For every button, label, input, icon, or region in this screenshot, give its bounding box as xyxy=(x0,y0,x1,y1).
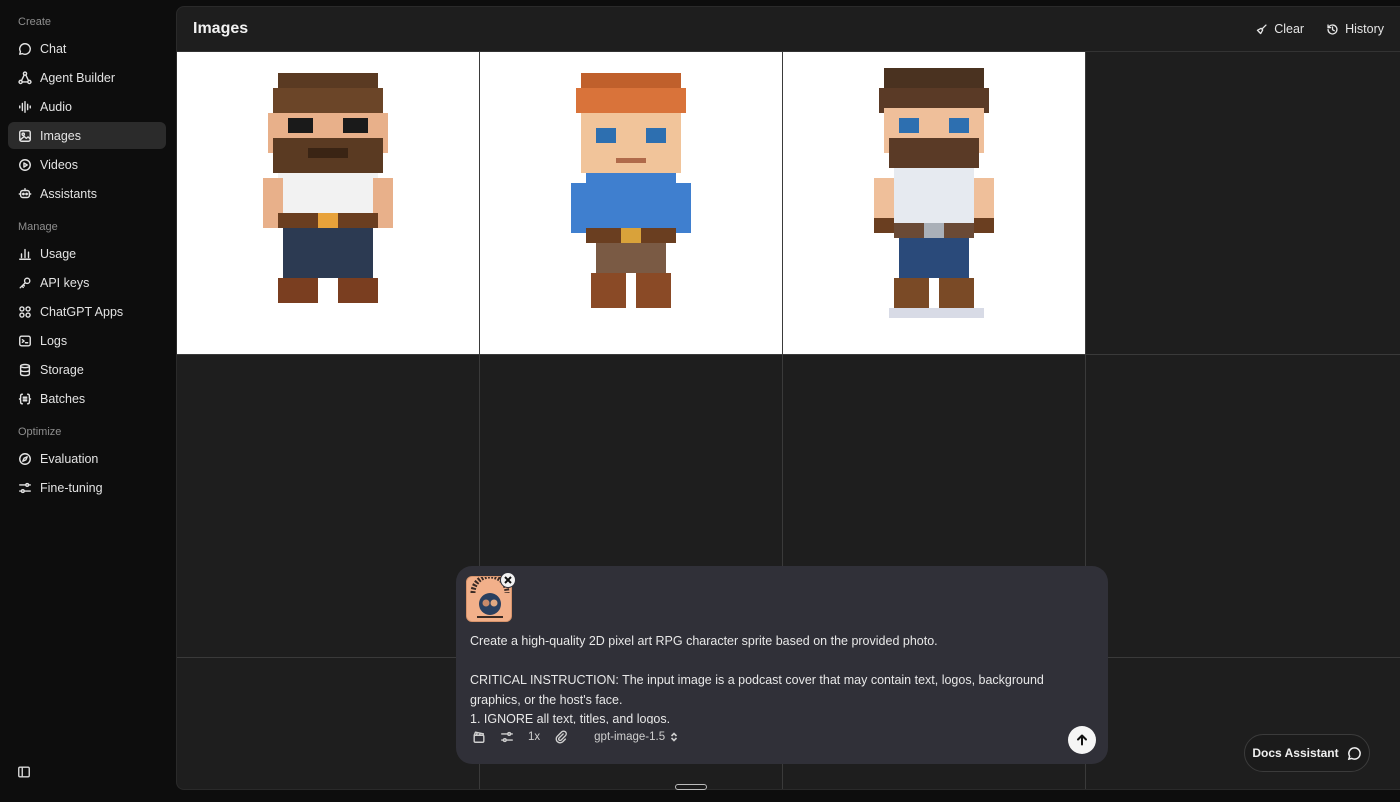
app-window: Create Chat Agent Builder Audio Images V… xyxy=(0,0,1400,802)
page-header: Images Clear History xyxy=(177,7,1400,52)
model-select[interactable]: gpt-image-1.5 xyxy=(594,731,679,743)
audio-wave-icon xyxy=(18,100,32,114)
empty-image-slot xyxy=(1086,52,1400,355)
apps-icon xyxy=(18,305,32,319)
empty-image-slot xyxy=(177,355,480,658)
sidebar-item-assistants[interactable]: Assistants xyxy=(8,180,166,207)
history-button[interactable]: History xyxy=(1326,22,1384,36)
sidebar-item-label: Videos xyxy=(40,157,78,172)
remove-attachment-button[interactable] xyxy=(500,572,516,588)
sidebar-item-videos[interactable]: Videos xyxy=(8,151,166,178)
image-count-button[interactable]: 1x xyxy=(528,731,540,743)
sidebar-toggle-icon[interactable] xyxy=(17,765,33,781)
sidebar-item-label: Assistants xyxy=(40,186,97,201)
prompt-textarea[interactable]: Create a high-quality 2D pixel art RPG c… xyxy=(470,632,1096,724)
section-label-manage: Manage xyxy=(18,221,58,233)
sidebar-item-label: Evaluation xyxy=(40,451,99,466)
sidebar-item-agent-builder[interactable]: Agent Builder xyxy=(8,64,166,91)
close-icon xyxy=(504,576,512,584)
docs-assistant-button[interactable]: Docs Assistant xyxy=(1244,734,1370,772)
sidebar-item-label: Usage xyxy=(40,246,77,261)
paperclip-icon xyxy=(555,730,568,744)
batches-icon xyxy=(18,392,32,406)
sidebar-item-label: Storage xyxy=(40,362,84,377)
compass-icon xyxy=(18,452,32,466)
bar-chart-icon xyxy=(18,247,32,261)
sidebar-item-batches[interactable]: Batches xyxy=(8,385,166,412)
send-button[interactable] xyxy=(1068,726,1096,754)
section-label-create: Create xyxy=(18,16,52,28)
sidebar-item-evaluation[interactable]: Evaluation xyxy=(8,445,166,472)
sidebar-item-label: Batches xyxy=(40,391,86,406)
sidebar-item-label: Agent Builder xyxy=(40,70,116,85)
sidebar-item-label: Chat xyxy=(40,41,67,56)
play-icon xyxy=(18,158,32,172)
sidebar-item-storage[interactable]: Storage xyxy=(8,356,166,383)
broom-icon xyxy=(1257,23,1267,34)
settings-button[interactable] xyxy=(500,730,514,744)
sidebar-item-label: ChatGPT Apps xyxy=(40,304,124,319)
section-label-optimize: Optimize xyxy=(18,426,62,438)
sidebar-item-label: Images xyxy=(40,128,81,143)
chat-bubble-icon xyxy=(1347,746,1361,760)
page-title: Images xyxy=(193,20,249,37)
composer-toolbar: 1x gpt-image-1.5 xyxy=(472,730,679,744)
sidebar-item-fine-tuning[interactable]: Fine-tuning xyxy=(8,474,166,501)
sidebar-item-api-keys[interactable]: API keys xyxy=(8,269,166,296)
generated-image-2[interactable] xyxy=(480,52,783,355)
sidebar-item-audio[interactable]: Audio xyxy=(8,93,166,120)
robot-icon xyxy=(18,187,32,201)
prompt-composer: Create a high-quality 2D pixel art RPG c… xyxy=(456,566,1108,764)
attach-button[interactable] xyxy=(554,730,568,744)
sliders-icon xyxy=(501,731,513,743)
empty-image-slot xyxy=(1086,355,1400,658)
pixel-sprite-blue-tunic xyxy=(571,73,691,308)
header-actions: Clear History xyxy=(1255,22,1384,36)
terminal-icon xyxy=(18,334,32,348)
history-label: History xyxy=(1345,22,1384,36)
generated-image-1[interactable] xyxy=(177,52,480,355)
clear-label: Clear xyxy=(1274,22,1305,36)
agent-nodes-icon xyxy=(18,70,32,85)
empty-image-slot xyxy=(177,658,480,789)
pixel-sprite-bearded-vest xyxy=(874,68,994,318)
style-presets-button[interactable] xyxy=(472,730,486,744)
sidebar-item-label: Audio xyxy=(40,99,72,114)
sidebar-item-logs[interactable]: Logs xyxy=(8,327,166,354)
sidebar-item-label: Logs xyxy=(40,333,68,348)
sidebar: Create Chat Agent Builder Audio Images V… xyxy=(0,0,176,802)
database-icon xyxy=(18,363,32,377)
model-select-value: gpt-image-1.5 xyxy=(594,731,666,743)
image-icon xyxy=(18,129,32,143)
clear-button[interactable]: Clear xyxy=(1255,22,1304,36)
sidebar-item-images[interactable]: Images xyxy=(8,122,166,149)
key-icon xyxy=(18,276,32,290)
chevron-up-down-icon xyxy=(671,732,678,742)
arrow-up-icon xyxy=(1077,734,1087,746)
sidebar-item-label: Fine-tuning xyxy=(40,480,103,495)
sidebar-item-chat[interactable]: Chat xyxy=(8,35,166,62)
sidebar-item-chatgpt-apps[interactable]: ChatGPT Apps xyxy=(8,298,166,325)
pixel-sprite-bearded-white-shirt xyxy=(263,73,393,303)
clapperboard-icon xyxy=(473,731,485,743)
docs-assistant-label: Docs Assistant xyxy=(1252,746,1339,760)
chat-bubble-icon xyxy=(18,42,32,56)
generated-image-3[interactable] xyxy=(783,52,1086,355)
drag-handle[interactable] xyxy=(675,784,707,790)
sliders-icon xyxy=(18,481,32,495)
sidebar-item-usage[interactable]: Usage xyxy=(8,240,166,267)
history-clock-icon xyxy=(1327,23,1338,35)
sidebar-item-label: API keys xyxy=(40,275,90,290)
